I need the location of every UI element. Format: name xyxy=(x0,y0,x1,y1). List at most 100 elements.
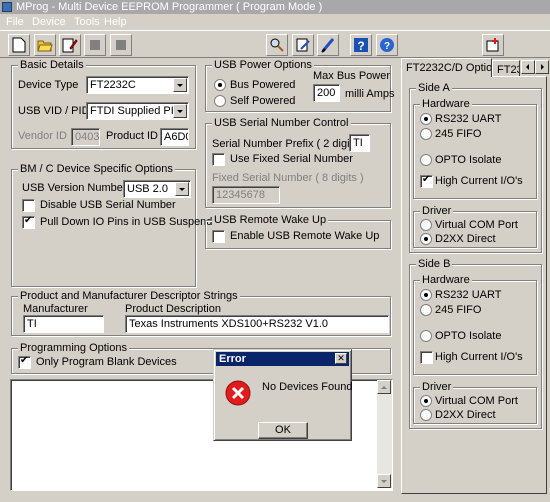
ok-button[interactable]: OK xyxy=(258,422,308,439)
device-type-select[interactable]: FT2232C xyxy=(86,76,189,94)
fixed-serial-field[interactable]: 12345678 xyxy=(212,186,280,204)
tab-scroll-left-button[interactable] xyxy=(521,60,535,74)
enable-wakeup-label: Enable USB Remote Wake Up xyxy=(230,230,380,242)
vendor-id-field[interactable]: 0403 xyxy=(71,128,100,146)
side-a-d2xx-label: D2XX Direct xyxy=(435,233,496,245)
menu-device[interactable]: Device xyxy=(32,14,66,30)
dialog-title-bar: Error ✕ xyxy=(216,352,349,366)
fixed-serial-label: Fixed Serial Number ( 8 digits ) xyxy=(212,172,364,184)
edit-button[interactable] xyxy=(59,34,81,56)
pull-down-checkbox[interactable] xyxy=(22,215,35,229)
side-a-rs232-radio[interactable] xyxy=(420,113,432,125)
log-scrollbar[interactable] xyxy=(377,380,392,488)
blank-only-label: Only Program Blank Devices xyxy=(36,356,177,368)
about-icon: ? xyxy=(380,38,394,52)
usb-version-select[interactable]: USB 2.0 xyxy=(123,180,191,198)
basic-details-group: Basic Details Device Type FT2232C USB VI… xyxy=(11,59,196,149)
program-icon xyxy=(296,38,310,52)
self-powered-label: Self Powered xyxy=(230,95,296,107)
erase-button[interactable] xyxy=(317,34,339,56)
bus-powered-label: Bus Powered xyxy=(230,79,296,91)
program-button[interactable] xyxy=(292,34,314,56)
svg-text:?: ? xyxy=(357,39,364,53)
chevron-right-icon xyxy=(541,64,544,70)
stop-button-1[interactable] xyxy=(84,34,106,56)
vendor-id-label: Vendor ID xyxy=(18,130,67,142)
side-b-opto-label: OPTO Isolate xyxy=(435,330,502,342)
disable-serial-label: Disable USB Serial Number xyxy=(40,199,176,211)
self-powered-radio[interactable] xyxy=(214,95,226,107)
about-button[interactable]: ? xyxy=(376,34,398,56)
tab-ft2232cd-options[interactable]: FT2232C/D Options xyxy=(401,58,492,77)
product-description-field[interactable]: Texas Instruments XDS100+RS232 V1.0 xyxy=(125,315,389,333)
menu-file[interactable]: File xyxy=(6,14,24,30)
scroll-up-button[interactable] xyxy=(377,380,391,394)
side-b-driver-title: Driver xyxy=(420,381,454,393)
menu-tools[interactable]: Tools xyxy=(74,14,100,30)
max-bus-power-field[interactable]: 200 xyxy=(313,84,340,102)
side-b-high-current-checkbox[interactable] xyxy=(420,351,433,364)
descriptor-group: Product and Manufacturer Descriptor Stri… xyxy=(11,290,391,336)
side-a-fifo-radio[interactable] xyxy=(420,128,432,140)
stop-icon xyxy=(116,40,126,50)
new-button[interactable] xyxy=(8,34,30,56)
copy-button[interactable] xyxy=(482,34,504,56)
use-fixed-serial-checkbox[interactable] xyxy=(212,153,225,166)
chevron-down-icon[interactable] xyxy=(173,78,187,92)
new-file-icon xyxy=(12,37,26,53)
menu-bar: File Device Tools Help xyxy=(0,14,550,30)
usb-version-value: USB 2.0 xyxy=(127,183,168,195)
serial-prefix-field[interactable]: TI xyxy=(349,134,370,152)
side-b-high-current-label: High Current I/O's xyxy=(435,351,523,363)
tab-scroll-right-button[interactable] xyxy=(535,60,549,74)
side-a-d2xx-radio[interactable] xyxy=(420,233,432,245)
enable-wakeup-checkbox[interactable] xyxy=(212,230,225,243)
chevron-down-icon[interactable] xyxy=(173,104,187,118)
use-fixed-serial-label: Use Fixed Serial Number xyxy=(230,153,353,165)
chevron-down-icon[interactable] xyxy=(175,182,189,196)
error-dialog: Error ✕ No Devices Found OK xyxy=(213,349,353,441)
blank-only-checkbox[interactable] xyxy=(18,355,31,369)
bm-options-title: BM / C Device Specific Options xyxy=(18,163,175,175)
side-b-opto-radio[interactable] xyxy=(420,330,432,342)
side-b-vcp-radio[interactable] xyxy=(420,395,432,407)
help-button[interactable]: ? xyxy=(350,34,372,56)
help-icon: ? xyxy=(354,38,368,53)
disable-serial-checkbox[interactable] xyxy=(22,199,35,212)
chevron-down-icon xyxy=(381,480,387,483)
side-a-opto-radio[interactable] xyxy=(420,154,432,166)
side-a-rs232-label: RS232 UART xyxy=(435,113,502,125)
title-bar: MProg - Multi Device EEPROM Programmer (… xyxy=(0,0,550,14)
manufacturer-field[interactable]: TI xyxy=(23,315,104,333)
side-a-hardware-title: Hardware xyxy=(420,98,472,110)
side-a-high-current-checkbox[interactable] xyxy=(420,174,433,188)
open-button[interactable] xyxy=(34,34,56,56)
side-b-fifo-label: 245 FIFO xyxy=(435,304,482,316)
side-b-fifo-radio[interactable] xyxy=(420,304,432,316)
menu-help[interactable]: Help xyxy=(104,14,127,30)
side-b-d2xx-radio[interactable] xyxy=(420,409,432,421)
toolbar: ? ? xyxy=(0,30,550,58)
stop-button-2[interactable] xyxy=(110,34,132,56)
scan-button[interactable] xyxy=(266,34,288,56)
usb-vid-pid-select[interactable]: FTDI Supplied PID xyxy=(86,102,189,120)
app-icon xyxy=(2,2,12,12)
side-a-vcp-radio[interactable] xyxy=(420,219,432,231)
side-b-vcp-label: Virtual COM Port xyxy=(435,395,518,407)
device-type-label: Device Type xyxy=(18,79,79,91)
side-b-hardware-group: Hardware RS232 UART 245 FIFO OPTO Isolat… xyxy=(413,274,537,375)
search-icon xyxy=(270,38,284,52)
side-a-driver-group: Driver Virtual COM Port D2XX Direct xyxy=(413,205,537,248)
side-b-rs232-radio[interactable] xyxy=(420,289,432,301)
scroll-down-button[interactable] xyxy=(377,474,391,488)
product-id-field[interactable]: A6D0 xyxy=(160,128,189,146)
open-folder-icon xyxy=(37,40,53,52)
side-a-opto-label: OPTO Isolate xyxy=(435,154,502,166)
dialog-close-button[interactable]: ✕ xyxy=(335,353,347,364)
tab-ft232[interactable]: FT232 xyxy=(492,60,520,77)
stop-icon xyxy=(90,40,100,50)
bus-powered-radio[interactable] xyxy=(214,79,226,91)
edit-icon xyxy=(62,38,78,53)
pull-down-label: Pull Down IO Pins in USB Suspend xyxy=(40,216,213,228)
dialog-title: Error xyxy=(219,353,246,365)
